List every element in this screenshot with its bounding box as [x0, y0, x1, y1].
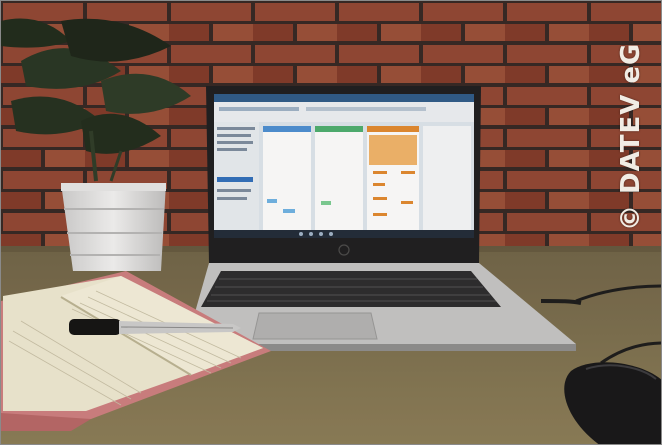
copyright-watermark: © DATEV eG — [616, 43, 661, 231]
photo: © DATEV eG — [0, 0, 662, 445]
photo-scene — [1, 1, 661, 444]
